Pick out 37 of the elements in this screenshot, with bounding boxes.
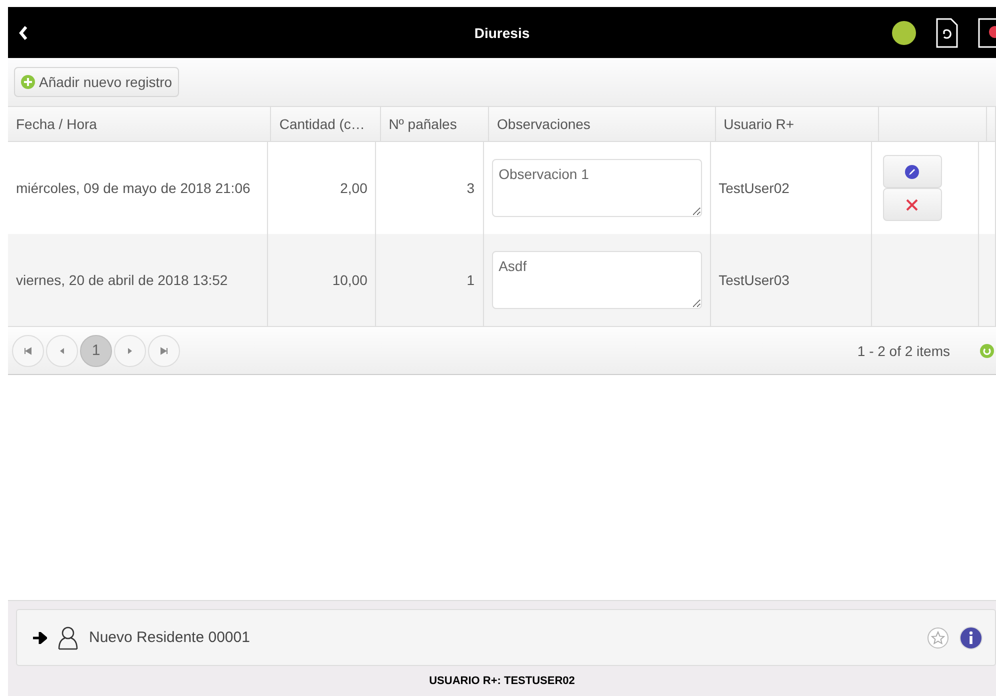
next-icon xyxy=(126,346,134,354)
back-icon[interactable] xyxy=(18,24,28,40)
plus-icon xyxy=(21,75,35,89)
column-header[interactable]: Fecha / Hora xyxy=(8,106,272,142)
column-header[interactable]: Usuario R+ xyxy=(716,106,879,142)
first-page-button[interactable] xyxy=(12,334,44,366)
previous-icon xyxy=(58,346,66,354)
arrow-icon xyxy=(33,632,47,644)
logout-icon[interactable] xyxy=(978,18,996,48)
column-header[interactable]: Observaciones xyxy=(489,106,716,142)
last-page-button[interactable] xyxy=(148,334,180,366)
person-icon xyxy=(57,626,79,650)
window-title: Diuresis xyxy=(474,24,530,40)
pager-summary: 1 - 2 of 2 items xyxy=(857,342,950,358)
first-page-icon xyxy=(24,346,32,354)
table-cell: 10,00 xyxy=(268,234,376,326)
table-cell: TestUser02 xyxy=(710,142,872,234)
last-page-icon xyxy=(160,346,168,354)
status-dot-icon xyxy=(892,20,916,44)
notes-field[interactable]: Observacion 1 xyxy=(492,159,702,217)
page-button[interactable]: 1 xyxy=(80,334,112,366)
column-header[interactable]: Nº pañales xyxy=(380,106,490,142)
delete-button[interactable] xyxy=(882,188,942,221)
add-record-button[interactable]: Añadir nuevo registro xyxy=(14,67,180,97)
resident-name: Nuevo Residente 00001 xyxy=(89,629,250,646)
info-icon[interactable] xyxy=(959,626,983,650)
edit-button[interactable] xyxy=(882,155,942,188)
table-cell: TestUser03 xyxy=(710,234,872,326)
table-cell: viernes, 20 de abril de 2018 13:52 xyxy=(8,234,268,326)
column-header[interactable]: Cantidad (c… xyxy=(271,106,381,142)
close-icon xyxy=(906,198,918,210)
refresh-icon[interactable] xyxy=(936,18,958,48)
resident-card[interactable]: Nuevo Residente 00001 xyxy=(16,609,996,666)
notes-field[interactable]: Asdf xyxy=(492,251,702,309)
pencil-icon xyxy=(905,164,920,178)
table-cell: 1 xyxy=(376,234,484,326)
user-label: USUARIO R+: TESTUSER02 xyxy=(429,675,575,687)
